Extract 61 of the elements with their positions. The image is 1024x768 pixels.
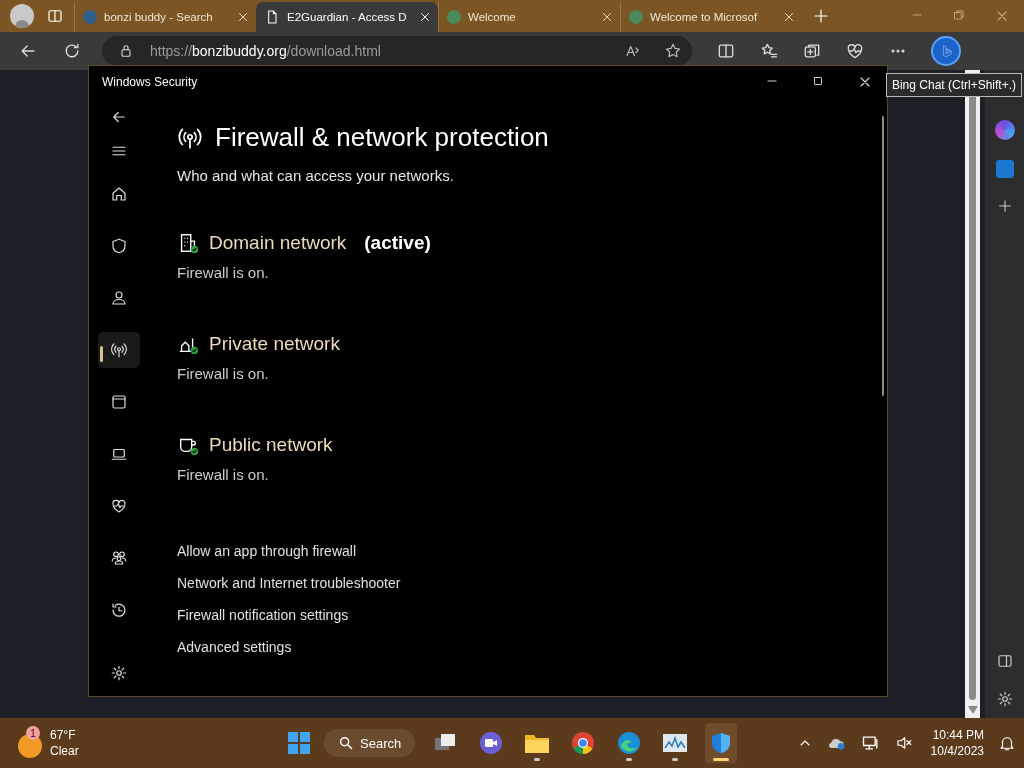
bing-chat-button[interactable] — [931, 36, 961, 66]
taskbar-app[interactable] — [705, 723, 738, 763]
maximize-icon[interactable] — [811, 74, 825, 88]
add-icon[interactable] — [996, 198, 1013, 214]
shield-icon — [110, 237, 128, 255]
address-bar[interactable]: https://bonzibuddy.org/download.html — [102, 36, 692, 66]
settings-link[interactable]: Network and Internet troubleshooter — [177, 575, 401, 591]
page-heading: Firewall & network protection — [215, 122, 549, 153]
browser-essentials-icon[interactable] — [845, 41, 865, 61]
chrome-icon — [571, 731, 596, 755]
close-tab-icon[interactable] — [236, 10, 250, 24]
sidebar-toggle-icon[interactable] — [995, 652, 1014, 670]
browser-tab[interactable]: E2Guardian - Access D — [256, 2, 438, 32]
antenna-icon — [110, 341, 128, 359]
window-title: Windows Security — [102, 75, 199, 89]
tab-actions-icon[interactable] — [46, 7, 64, 25]
clock[interactable]: 10:44 PM 10/4/2023 — [930, 727, 984, 759]
search-icon — [338, 735, 354, 751]
new-tab-icon[interactable] — [812, 7, 830, 25]
close-tab-icon[interactable] — [418, 10, 432, 24]
home-icon — [110, 185, 128, 203]
folder-icon — [524, 732, 551, 754]
settings-link[interactable]: Firewall notification settings — [177, 607, 349, 623]
settings-link[interactable]: Allow an app through firewall — [177, 543, 356, 559]
favorite-star-icon[interactable] — [664, 42, 682, 60]
edge-icon — [617, 731, 642, 755]
start-button[interactable] — [288, 732, 310, 754]
settings-icon[interactable] — [995, 690, 1014, 708]
weather-condition: Clear — [50, 743, 79, 759]
family-icon — [110, 549, 128, 567]
firewall-status: Firewall is on. — [177, 365, 270, 382]
heart-pulse-icon — [110, 497, 128, 515]
active-label: (active) — [364, 232, 431, 254]
copilot-icon[interactable] — [994, 120, 1015, 140]
performance-chart-icon — [662, 732, 689, 754]
video-chat-icon — [479, 731, 504, 755]
search-button[interactable]: Search — [324, 729, 416, 757]
firewall-status: Firewall is on. — [177, 264, 270, 281]
muted-speaker-icon[interactable] — [894, 734, 913, 752]
settings-icon[interactable] — [110, 664, 128, 682]
network-name[interactable]: Public network — [209, 434, 333, 456]
tooltip: Bing Chat (Ctrl+Shift+.) — [885, 73, 1022, 97]
nav-item[interactable] — [98, 332, 140, 368]
close-tab-icon[interactable] — [782, 10, 796, 24]
notification-badge: 1 — [26, 726, 40, 740]
app-window-icon — [110, 393, 128, 411]
temperature: 67°F — [50, 727, 77, 743]
page-subtitle: Who and what can access your networks. — [177, 167, 455, 184]
profile-avatar[interactable] — [10, 4, 34, 28]
close-tab-icon[interactable] — [600, 10, 614, 24]
scrollbar[interactable] — [882, 116, 884, 396]
lock-icon — [118, 43, 134, 59]
settings-link[interactable]: Advanced settings — [177, 639, 292, 655]
notifications-icon[interactable] — [998, 734, 1016, 752]
restore-icon[interactable] — [952, 8, 966, 22]
network-name[interactable]: Domain network — [209, 232, 347, 254]
firewall-status: Firewall is on. — [177, 466, 270, 483]
network-name[interactable]: Private network — [209, 333, 340, 355]
person-icon — [110, 289, 128, 307]
history-icon — [110, 601, 128, 619]
favorites-icon[interactable] — [759, 41, 779, 61]
